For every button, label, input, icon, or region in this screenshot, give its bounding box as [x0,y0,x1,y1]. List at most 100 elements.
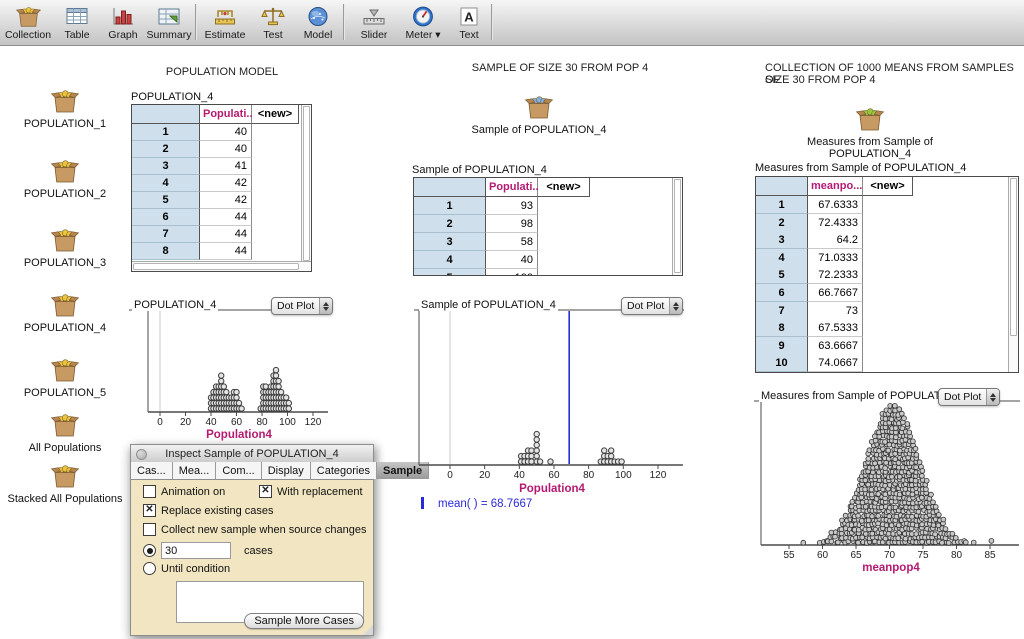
inspector-tab-display[interactable]: Display [262,462,311,479]
row-index-header[interactable] [132,105,200,124]
toolbar-item-meter[interactable]: Meter ▾ [398,3,448,41]
case-value[interactable]: 72.4333 [808,214,863,232]
row-index[interactable]: 7 [132,226,200,243]
case-value[interactable]: 58 [486,233,538,251]
row-index[interactable]: 4 [132,175,200,192]
toolbar-item-slider[interactable]: Slider [350,3,398,41]
new-attribute-header[interactable]: <new> [538,178,590,197]
row-index[interactable]: 5 [414,269,486,276]
new-attribute-header[interactable]: <new> [863,177,913,196]
row-index[interactable]: 1 [756,196,808,214]
row-index[interactable]: 10 [756,354,808,372]
sidebar-collection-stacked-all-populations[interactable]: Stacked All Populations [0,463,130,505]
sample-collection[interactable]: Sample of POPULATION_4 [459,94,619,136]
case-value[interactable]: 41 [200,158,252,175]
population-dotplot[interactable]: 020406080100120Population4 [128,296,330,442]
case-value[interactable]: 67.5333 [808,319,863,337]
cases-count-input[interactable]: 30 [161,542,231,559]
attribute-column-header[interactable]: Populati... [200,105,252,124]
sidebar-collection-population-3[interactable]: POPULATION_3 [0,227,130,269]
animation-on-checkbox[interactable] [143,485,156,498]
case-value[interactable]: 42 [200,192,252,209]
case-value[interactable]: 71.0333 [808,249,863,267]
plot-type-dropdown[interactable]: Dot Plot [621,297,683,315]
inspector-tab-mea[interactable]: Mea... [173,462,217,479]
toolbar-item-model[interactable]: Model [294,3,342,41]
toolbar-item-summary[interactable]: Summary [144,3,194,41]
toolbar-item-text[interactable]: AText [448,3,490,41]
toolbar-item-test[interactable]: Test [252,3,294,41]
replace-existing-cases-checkbox[interactable] [143,504,156,517]
vertical-scrollbar[interactable] [1008,177,1018,372]
toolbar-item-collection[interactable]: Collection [2,3,54,41]
attribute-column-header[interactable]: Populati... [486,178,538,197]
case-value[interactable]: 93 [486,197,538,215]
row-index-header[interactable] [756,177,808,196]
row-index[interactable]: 2 [132,141,200,158]
cases-radio[interactable] [143,544,156,557]
resize-handle-icon[interactable] [363,625,373,635]
row-index[interactable]: 4 [414,251,486,269]
row-index[interactable]: 6 [132,209,200,226]
case-value[interactable]: 40 [200,141,252,158]
sidebar-collection-population-5[interactable]: POPULATION_5 [0,357,130,399]
case-table[interactable]: Populati...<new> 1932983584405100 [413,177,683,276]
inspector-tab-categories[interactable]: Categories [311,462,377,479]
sample-more-cases-button[interactable]: Sample More Cases [244,613,364,629]
case-value[interactable]: 40 [200,124,252,141]
row-index[interactable]: 2 [756,214,808,232]
plot-type-dropdown[interactable]: Dot Plot [271,297,333,315]
row-index[interactable]: 8 [132,243,200,260]
case-value[interactable]: 100 [486,269,538,276]
row-index[interactable]: 1 [414,197,486,215]
case-value[interactable]: 63.6667 [808,337,863,355]
measures-collection[interactable]: Measures from Sample of POPULATION_4 [775,106,965,160]
case-value[interactable]: 42 [200,175,252,192]
sidebar-collection-all-populations[interactable]: All Populations [0,412,130,454]
row-index[interactable]: 5 [132,192,200,209]
row-index[interactable]: 3 [414,233,486,251]
case-value[interactable]: 44 [200,243,252,260]
measures-dotplot[interactable]: 55606570758085meanpop4 [753,386,1021,576]
vertical-scrollbar[interactable] [672,178,682,275]
until-condition-radio[interactable] [143,562,156,575]
case-value[interactable]: 66.7667 [808,284,863,302]
row-index[interactable]: 2 [414,215,486,233]
row-index-header[interactable] [414,178,486,197]
sidebar-collection-population-1[interactable]: POPULATION_1 [0,88,130,130]
row-index[interactable]: 3 [756,231,808,249]
case-table[interactable]: Populati...<new> 140240341442542644744844 [131,104,312,272]
toolbar-item-graph[interactable]: Graph [100,3,146,41]
collect-new-sample-checkbox[interactable] [143,523,156,536]
sample-dotplot[interactable]: 020406080100120Population4mean( ) = 68.7… [413,296,685,512]
sidebar-collection-population-4[interactable]: POPULATION_4 [0,292,130,334]
row-index[interactable]: 6 [756,284,808,302]
horizontal-scrollbar[interactable] [132,261,311,271]
row-index[interactable]: 4 [756,249,808,267]
case-table[interactable]: meanpo...<new> 167.6333272.4333364.2471.0… [755,176,1019,373]
case-value[interactable]: 44 [200,226,252,243]
case-value[interactable]: 67.6333 [808,196,863,214]
case-value[interactable]: 73 [808,302,863,320]
row-index[interactable]: 7 [756,302,808,320]
close-icon[interactable] [136,449,147,460]
case-value[interactable]: 72.2333 [808,266,863,284]
new-attribute-header[interactable]: <new> [252,105,299,124]
inspector-titlebar[interactable]: Inspect Sample of POPULATION_4 [131,445,373,463]
case-value[interactable]: 44 [200,209,252,226]
case-value[interactable]: 64.2 [808,231,863,249]
row-index[interactable]: 9 [756,337,808,355]
attribute-column-header[interactable]: meanpo... [808,177,863,196]
with-replacement-checkbox[interactable] [259,485,272,498]
case-value[interactable]: 74.0667 [808,354,863,372]
sidebar-collection-population-2[interactable]: POPULATION_2 [0,158,130,200]
row-index[interactable]: 3 [132,158,200,175]
row-index[interactable]: 8 [756,319,808,337]
vertical-scrollbar[interactable] [301,105,311,271]
case-value[interactable]: 98 [486,215,538,233]
toolbar-item-estimate[interactable]: Estimate [200,3,250,41]
toolbar-item-table[interactable]: Table [54,3,100,41]
case-value[interactable]: 40 [486,251,538,269]
inspector-tab-com[interactable]: Com... [216,462,261,479]
row-index[interactable]: 1 [132,124,200,141]
